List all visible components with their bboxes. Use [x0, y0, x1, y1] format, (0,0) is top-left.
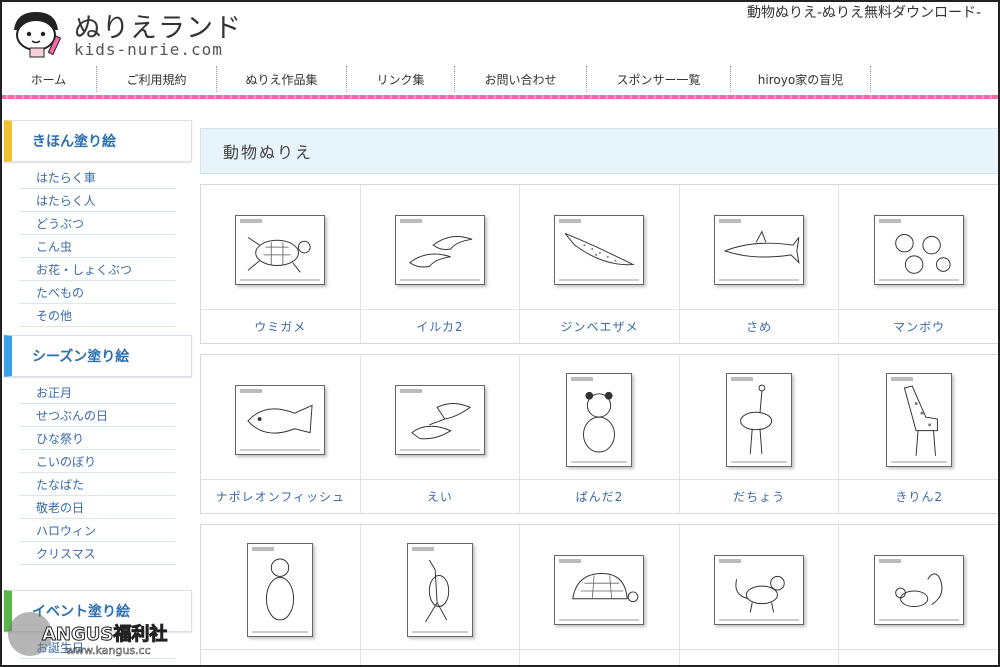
site-url: kids-nurie.com — [74, 40, 223, 59]
napoleon-fish-icon[interactable] — [235, 385, 326, 455]
thumbnail-row: ナポレオンフィッシュ えい ぱんだ2 だちょう きりん2 — [200, 354, 1000, 514]
sea-turtle-icon[interactable] — [235, 215, 326, 285]
card-label[interactable]: きりん2 — [839, 479, 999, 513]
coloring-card[interactable] — [360, 525, 521, 667]
card-label[interactable]: ナポレオンフィッシュ — [201, 479, 360, 513]
panda-icon[interactable] — [566, 373, 633, 467]
coloring-card[interactable]: ウミガメ — [201, 185, 361, 343]
nav-links[interactable]: リンク集 — [347, 66, 455, 92]
sidebar-item-christmas[interactable]: クリスマス — [20, 542, 176, 565]
coloring-card[interactable]: ジンベエザメ — [520, 185, 680, 343]
watermark-logo: ANGUS福利社 www.kangus.cc — [8, 612, 178, 660]
kangaroo-icon[interactable] — [406, 543, 473, 637]
card-label[interactable]: マンボウ — [839, 309, 999, 343]
sidebar-item-respect-aged[interactable]: 敬老の日 — [20, 496, 176, 519]
coloring-card[interactable]: マンボウ — [839, 185, 999, 343]
card-label[interactable] — [679, 649, 839, 667]
card-label[interactable]: ぱんだ2 — [520, 479, 679, 513]
coloring-card[interactable]: えい — [360, 355, 521, 513]
content-title: 動物ぬりえ — [200, 128, 1000, 174]
site-header: ぬりえランド kids-nurie.com 動物ぬりえ-ぬりえ無料ダウンロード- — [0, 0, 1000, 64]
sidebar-item-other[interactable]: その他 — [20, 304, 176, 327]
dolphins-icon[interactable] — [394, 215, 485, 285]
coloring-card[interactable] — [520, 525, 680, 667]
coloring-card[interactable]: イルカ2 — [360, 185, 521, 343]
monkey-icon[interactable] — [714, 555, 805, 625]
sidebar-item-animals[interactable]: どうぶつ — [20, 212, 176, 235]
sidebar-item-setsubun[interactable]: せつぶんの日 — [20, 404, 176, 427]
global-nav: ホーム ご利用規約 ぬりえ作品集 リンク集 お問い合わせ スポンサー一覧 hir… — [0, 66, 1000, 92]
sidebar-item-hinamatsuri[interactable]: ひな祭り — [20, 427, 176, 450]
sidebar-item-insects[interactable]: こん虫 — [20, 235, 176, 258]
main-content: 動物ぬりえ ウミガメ イルカ2 ジンベエザメ さめ マンボウ ナポレオンフィッシ… — [200, 128, 1000, 667]
card-label[interactable]: イルカ2 — [360, 309, 520, 343]
nav-contact[interactable]: お問い合わせ — [455, 66, 587, 92]
sidebar-item-new-year[interactable]: お正月 — [20, 381, 176, 404]
sidebar-item-koinobori[interactable]: こいのぼり — [20, 450, 176, 473]
sidebar-list-season: お正月 せつぶんの日 ひな祭り こいのぼり たなばた 敬老の日 ハロウィン クリ… — [20, 381, 176, 565]
sunfish-icon[interactable] — [874, 215, 965, 285]
site-logo-icon[interactable] — [8, 8, 64, 58]
coloring-card[interactable]: ナポレオンフィッシュ — [201, 355, 361, 513]
card-label[interactable]: ウミガメ — [201, 309, 360, 343]
thumbnail-row — [200, 524, 1000, 667]
whale-shark-icon[interactable] — [554, 215, 645, 285]
card-label[interactable] — [520, 649, 679, 667]
sidebar-item-vehicles[interactable]: はたらく車 — [20, 166, 176, 189]
sidebar-item-food[interactable]: たべもの — [20, 281, 176, 304]
watermark-url: www.kangus.cc — [66, 644, 151, 658]
squirrel-icon[interactable] — [874, 555, 965, 625]
nav-home[interactable]: ホーム — [0, 66, 97, 92]
ostrich-icon[interactable] — [726, 373, 793, 467]
card-label[interactable]: さめ — [679, 309, 839, 343]
page-heading: 動物ぬりえ-ぬりえ無料ダウンロード- — [747, 5, 982, 21]
nav-sponsors[interactable]: スポンサー一覧 — [587, 66, 731, 92]
manta-ray-icon[interactable] — [394, 385, 485, 455]
sidebar-heading-season: シーズン塗り絵 — [4, 335, 192, 377]
sidebar-heading-basic: きほん塗り絵 — [4, 120, 192, 162]
card-label[interactable] — [360, 649, 520, 667]
tortoise-icon[interactable] — [554, 555, 645, 625]
card-label[interactable] — [839, 649, 999, 667]
coloring-card[interactable]: きりん2 — [839, 355, 999, 513]
thumbnail-row: ウミガメ イルカ2 ジンベエザメ さめ マンボウ — [200, 184, 1000, 344]
nav-blog[interactable]: hiroyo家の盲児 — [731, 66, 871, 92]
card-label[interactable]: だちょう — [679, 479, 839, 513]
coloring-card[interactable] — [201, 525, 361, 667]
coloring-card[interactable]: ぱんだ2 — [520, 355, 680, 513]
nav-gallery[interactable]: ぬりえ作品集 — [217, 66, 347, 92]
coloring-card[interactable]: さめ — [679, 185, 840, 343]
card-label[interactable] — [201, 649, 360, 667]
bear-icon[interactable] — [247, 543, 314, 637]
sidebar-item-workers[interactable]: はたらく人 — [20, 189, 176, 212]
sidebar: きほん塗り絵 はたらく車 はたらく人 どうぶつ こん虫 お花・しょくぶつ たべも… — [4, 120, 192, 667]
sidebar-item-plants[interactable]: お花・しょくぶつ — [20, 258, 176, 281]
nav-terms[interactable]: ご利用規約 — [97, 66, 217, 92]
sidebar-item-tanabata[interactable]: たなばた — [20, 473, 176, 496]
header-divider — [0, 95, 1000, 99]
sidebar-list-basic: はたらく車 はたらく人 どうぶつ こん虫 お花・しょくぶつ たべもの その他 — [20, 166, 176, 327]
coloring-card[interactable]: だちょう — [679, 355, 840, 513]
card-label[interactable]: ジンベエザメ — [520, 309, 679, 343]
giraffe-icon[interactable] — [886, 373, 953, 467]
watermark-text: ANGUS福利社 — [41, 624, 168, 646]
coloring-card[interactable] — [679, 525, 840, 667]
coloring-card[interactable] — [839, 525, 999, 667]
sidebar-item-halloween[interactable]: ハロウィン — [20, 519, 176, 542]
card-label[interactable]: えい — [360, 479, 520, 513]
shark-icon[interactable] — [714, 215, 805, 285]
